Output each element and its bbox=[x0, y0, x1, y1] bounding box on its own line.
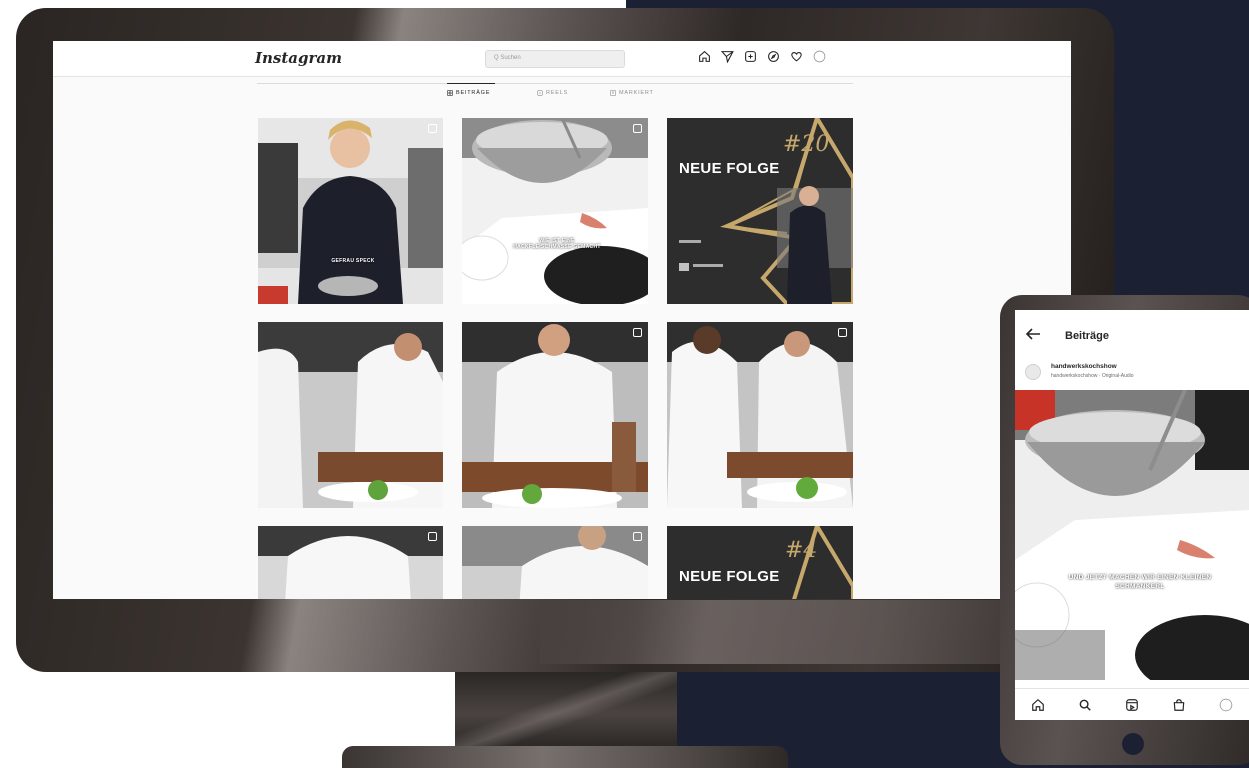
chefs-photo bbox=[258, 322, 443, 508]
post-title: NEUE FOLGE bbox=[679, 160, 780, 177]
mobile-bottom-nav bbox=[1015, 688, 1249, 720]
episode-number: #20 bbox=[783, 132, 830, 157]
reel-icon bbox=[428, 532, 437, 541]
shop-icon[interactable] bbox=[1172, 698, 1186, 712]
tab-label: BEITRÄGE bbox=[456, 90, 491, 96]
chef-closeup-photo bbox=[462, 526, 648, 599]
post-thumbnail[interactable]: #4 NEUE FOLGE bbox=[667, 526, 853, 599]
header-nav-icons bbox=[698, 50, 826, 63]
profile-icon[interactable] bbox=[1219, 698, 1233, 712]
post-thumbnail[interactable] bbox=[258, 322, 443, 508]
post-thumbnail[interactable]: GEFRAU SPECK bbox=[258, 118, 443, 304]
post-caption: GEFRAU SPECK bbox=[331, 258, 375, 264]
reel-icon bbox=[633, 532, 642, 541]
reel-icon bbox=[633, 124, 642, 133]
back-arrow-icon[interactable] bbox=[1025, 328, 1041, 340]
reels-tab-icon bbox=[537, 90, 543, 96]
chef-hands-photo bbox=[462, 322, 648, 508]
direct-icon[interactable] bbox=[721, 50, 734, 63]
reel-video[interactable] bbox=[1015, 390, 1249, 680]
profile-icon[interactable] bbox=[813, 50, 826, 63]
bowl-photo bbox=[462, 118, 648, 304]
tablet-home-button[interactable] bbox=[1122, 733, 1144, 755]
home-icon[interactable] bbox=[1031, 698, 1045, 712]
monitor-foot bbox=[342, 746, 788, 768]
instagram-header: Instagram Q Suchen bbox=[53, 41, 1071, 77]
page-title: Beiträge bbox=[1065, 330, 1110, 342]
profile-tabs: BEITRÄGE REELS MARKIERT bbox=[257, 83, 853, 103]
grid-icon bbox=[447, 90, 453, 96]
instagram-logo[interactable]: Instagram bbox=[255, 49, 342, 67]
post-thumbnail[interactable] bbox=[462, 322, 648, 508]
kitchen-photo bbox=[258, 118, 443, 304]
new-post-icon[interactable] bbox=[744, 50, 757, 63]
tab-beitraege[interactable]: BEITRÄGE bbox=[447, 83, 495, 96]
home-icon[interactable] bbox=[698, 50, 711, 63]
post-grid: GEFRAU SPECK WIE IST EINE HACKFLEISCHMAS… bbox=[258, 118, 853, 599]
desktop-screen: Instagram Q Suchen BEITRÄGE REELS MARKIE… bbox=[53, 41, 1071, 599]
avatar[interactable] bbox=[1025, 364, 1041, 380]
tagged-icon bbox=[610, 90, 616, 96]
post-title: NEUE FOLGE bbox=[679, 568, 780, 585]
reel-icon bbox=[838, 328, 847, 337]
tab-label: REELS bbox=[546, 90, 569, 96]
heart-icon[interactable] bbox=[790, 50, 803, 63]
reel-icon bbox=[428, 124, 437, 133]
reels-icon[interactable] bbox=[1125, 698, 1139, 712]
tab-markiert[interactable]: MARKIERT bbox=[610, 90, 654, 96]
post-thumbnail[interactable] bbox=[258, 526, 443, 599]
mobile-header: Beiträge bbox=[1015, 310, 1249, 358]
explore-icon[interactable] bbox=[767, 50, 780, 63]
tablet-screen: Beiträge handwerkskochshow handwerkskoch… bbox=[1015, 310, 1249, 720]
username[interactable]: handwerkskochshow bbox=[1051, 363, 1117, 370]
post-thumbnail[interactable] bbox=[462, 526, 648, 599]
tab-label: MARKIERT bbox=[619, 90, 654, 96]
reel-caption: UND JETZT MACHEN WIR EINEN KLEINEN SCHMA… bbox=[1068, 574, 1212, 590]
post-thumbnail[interactable]: WIE IST EINE HACKFLEISCHMASSE GEMACHT bbox=[462, 118, 648, 304]
post-thumbnail[interactable]: #20 NEUE FOLGE bbox=[667, 118, 853, 304]
search-icon[interactable] bbox=[1078, 698, 1092, 712]
episode-number: #4 bbox=[785, 538, 818, 563]
search-input[interactable]: Q Suchen bbox=[485, 50, 625, 68]
chef-photo bbox=[258, 526, 443, 599]
reel-icon bbox=[633, 328, 642, 337]
post-thumbnail[interactable] bbox=[667, 322, 853, 508]
bowl-video-frame bbox=[1015, 390, 1249, 680]
tab-reels[interactable]: REELS bbox=[537, 90, 568, 96]
two-chefs-photo bbox=[667, 322, 853, 508]
audio-attribution[interactable]: handwerkskochshow · Original-Audio bbox=[1051, 373, 1134, 379]
monitor-neck bbox=[455, 672, 677, 748]
post-caption: WIE IST EINE HACKFLEISCHMASSE GEMACHT bbox=[513, 238, 601, 251]
active-tab-indicator bbox=[447, 83, 495, 84]
neue-folge-background bbox=[667, 526, 853, 599]
